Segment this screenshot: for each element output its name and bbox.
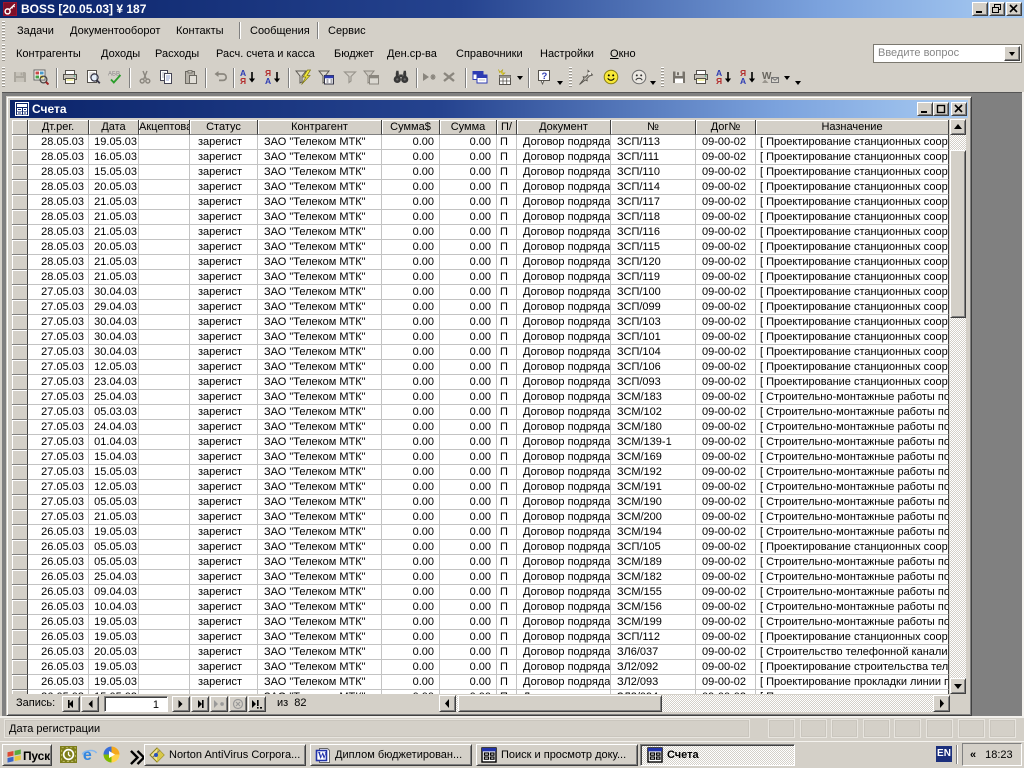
svg-text:Я: Я bbox=[240, 76, 246, 85]
svg-text:Я: Я bbox=[716, 76, 722, 85]
svg-text:?: ? bbox=[542, 71, 548, 82]
svg-text:e: e bbox=[83, 746, 92, 763]
svg-text:А: А bbox=[265, 76, 271, 85]
svg-text:А: А bbox=[740, 76, 746, 85]
svg-text:W: W bbox=[762, 71, 772, 82]
svg-text:W: W bbox=[318, 751, 327, 761]
